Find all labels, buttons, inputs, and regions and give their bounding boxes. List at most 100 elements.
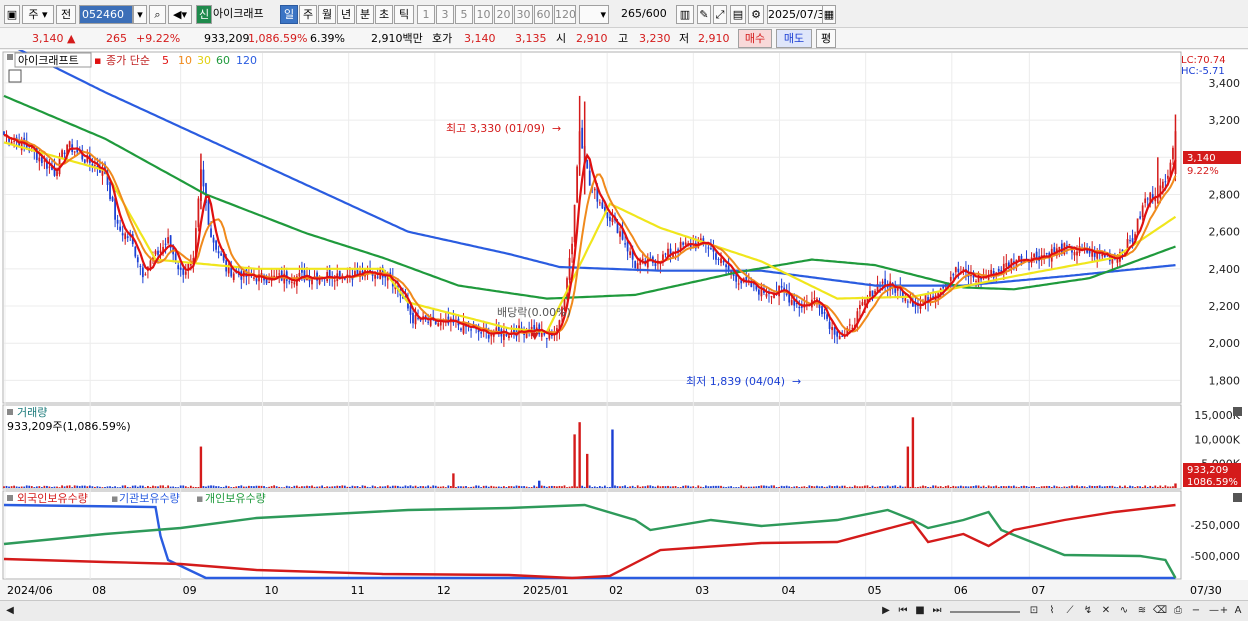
print-icon[interactable]: ⎙ bbox=[1170, 603, 1186, 619]
volume-bar bbox=[323, 486, 326, 488]
period-second[interactable]: 초 bbox=[375, 5, 393, 24]
volume-bar bbox=[793, 486, 796, 488]
volume-bar bbox=[1063, 486, 1066, 488]
volume-bar bbox=[677, 487, 679, 488]
holdings-close-icon[interactable] bbox=[1233, 493, 1242, 502]
window-menu-icon[interactable]: ▣ bbox=[4, 5, 20, 24]
candle-body bbox=[217, 251, 220, 254]
volume-bar bbox=[992, 486, 995, 488]
volume-bar bbox=[288, 486, 291, 488]
volume-bar bbox=[1101, 486, 1104, 488]
buy-button[interactable]: 매수 bbox=[738, 29, 772, 48]
period-minute[interactable]: 분 bbox=[356, 5, 374, 24]
scroll-right-icon[interactable]: ▶ bbox=[878, 603, 894, 619]
sell-button[interactable]: 매도 bbox=[776, 29, 812, 48]
volume-bar bbox=[644, 486, 647, 488]
stock-chart[interactable]: 1,8002,0002,2002,4002,6002,8003,0003,200… bbox=[0, 50, 1248, 600]
period-month[interactable]: 월 bbox=[318, 5, 336, 24]
period-day[interactable]: 일 bbox=[280, 5, 298, 24]
volume-bar bbox=[245, 486, 248, 488]
candle-body bbox=[1073, 252, 1076, 256]
candle-body bbox=[134, 246, 137, 257]
zoom-out-icon[interactable]: − bbox=[1188, 603, 1204, 619]
candle-body bbox=[356, 269, 359, 275]
open-label: 시 bbox=[556, 32, 567, 45]
scrollbar[interactable]: ◀ ▶ ⏮ ■ ⏭ ⊡ ⌇ ⟋ ↯ ✕ ∿ ≋ ⌫ ⎙ − — + A bbox=[0, 600, 1248, 621]
minute-120[interactable]: 120 bbox=[554, 5, 576, 24]
volume-bar bbox=[202, 486, 205, 488]
volume-bar bbox=[96, 486, 99, 488]
volume-close-icon[interactable] bbox=[1233, 407, 1242, 416]
volume-bar bbox=[588, 485, 591, 488]
volume-bar bbox=[366, 486, 369, 488]
volume-bar bbox=[66, 485, 69, 488]
volume-bar bbox=[389, 486, 392, 488]
volume-bar bbox=[679, 487, 682, 488]
volume-bar bbox=[1096, 485, 1099, 488]
minute-10[interactable]: 10 bbox=[474, 5, 493, 24]
evaluate-button[interactable]: 평 bbox=[816, 29, 836, 48]
market-select[interactable]: 주 ▾ bbox=[22, 5, 54, 24]
zoom-slider[interactable] bbox=[950, 611, 1020, 613]
volume-bar bbox=[520, 486, 523, 488]
minute-3[interactable]: 3 bbox=[436, 5, 454, 24]
draw-tool-icon[interactable]: ✎ bbox=[697, 5, 711, 24]
period-tick[interactable]: 틱 bbox=[394, 5, 414, 24]
candle-body bbox=[864, 299, 866, 306]
wave-icon[interactable]: ∿ bbox=[1116, 603, 1132, 619]
first-page-icon[interactable]: ⏮ bbox=[895, 603, 911, 619]
settings-gear-icon[interactable]: ⚙ bbox=[748, 5, 764, 24]
speaker-icon[interactable]: ◀▾ bbox=[168, 5, 192, 24]
volume-bar bbox=[1093, 486, 1096, 488]
volume-bar bbox=[159, 485, 162, 488]
candle-body bbox=[182, 268, 185, 275]
indicator-icon[interactable]: ⌇ bbox=[1044, 603, 1060, 619]
volume-bar bbox=[841, 485, 844, 488]
volume-bar bbox=[280, 487, 283, 488]
volume-bar bbox=[374, 486, 377, 488]
volume-bar bbox=[386, 485, 389, 488]
erase-icon[interactable]: ⌫ bbox=[1152, 603, 1168, 619]
candle-icon[interactable]: ↯ bbox=[1080, 603, 1096, 619]
zoom-icon[interactable]: ⤢ bbox=[713, 5, 727, 24]
volume-bar bbox=[1108, 485, 1111, 488]
period-year[interactable]: 년 bbox=[337, 5, 355, 24]
volume-bar bbox=[836, 485, 839, 488]
candle-body bbox=[414, 315, 417, 325]
period-select[interactable]: 전 bbox=[56, 5, 76, 24]
volume-bar bbox=[601, 486, 604, 488]
save-icon[interactable]: ▤ bbox=[730, 5, 746, 24]
candle-body bbox=[1035, 251, 1038, 259]
stop-icon[interactable]: ■ bbox=[912, 603, 928, 619]
layout-icon[interactable]: ⊡ bbox=[1026, 603, 1042, 619]
last-page-icon[interactable]: ⏭ bbox=[929, 603, 945, 619]
trendline-icon[interactable]: ⟋ bbox=[1062, 603, 1078, 619]
compare-icon[interactable]: ✕ bbox=[1098, 603, 1114, 619]
search-icon[interactable]: ⌕ bbox=[149, 5, 166, 24]
bar-count[interactable]: 265 bbox=[612, 5, 642, 24]
period-week[interactable]: 주 bbox=[299, 5, 317, 24]
minute-20[interactable]: 20 bbox=[494, 5, 513, 24]
minute-60[interactable]: 60 bbox=[534, 5, 553, 24]
candle-body bbox=[278, 273, 281, 275]
minute-5[interactable]: 5 bbox=[455, 5, 473, 24]
volume-bar bbox=[1030, 486, 1033, 488]
scroll-left-icon[interactable]: ◀ bbox=[2, 603, 18, 619]
custom-period-dropdown[interactable]: ▾ bbox=[579, 5, 609, 24]
candle-body bbox=[1076, 251, 1078, 256]
volume-bar bbox=[1083, 486, 1086, 488]
stock-code-input[interactable]: 052460 bbox=[79, 5, 133, 24]
volume-bar bbox=[56, 486, 58, 488]
chart-type-icon[interactable]: ▥ bbox=[676, 5, 694, 24]
volume-bar bbox=[207, 485, 210, 488]
table-toggle-icon[interactable] bbox=[8, 69, 22, 83]
code-dropdown-icon[interactable]: ▾ bbox=[133, 5, 147, 24]
candle-body bbox=[139, 265, 142, 267]
volume-bar bbox=[490, 485, 493, 488]
font-size-icon[interactable]: A bbox=[1230, 603, 1246, 619]
calendar-icon[interactable]: ▦ bbox=[822, 5, 836, 24]
volume-bar bbox=[636, 485, 639, 488]
minute-30[interactable]: 30 bbox=[514, 5, 533, 24]
fib-icon[interactable]: ≋ bbox=[1134, 603, 1150, 619]
minute-1[interactable]: 1 bbox=[417, 5, 435, 24]
